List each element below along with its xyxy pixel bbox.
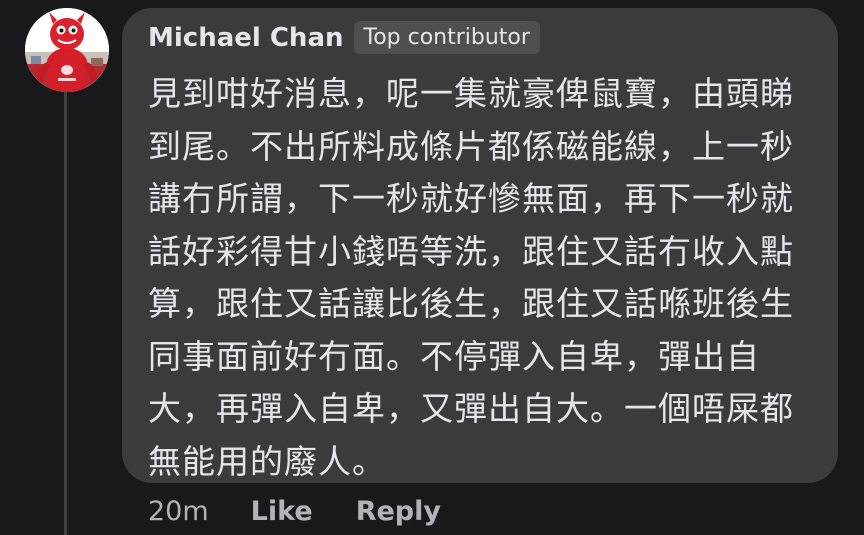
timestamp[interactable]: 20m [148,496,209,527]
like-button[interactable]: Like [251,496,313,527]
comment-line: 講冇所謂，下一秒就好慘無面，再下一秒就 [148,179,794,218]
comment-body: 見到咁好消息，呢一集就豪俾鼠寶，由頭睇 到尾。不出所料成條片都係磁能線，上一秒 … [148,68,798,488]
comment-line: 見到咁好消息，呢一集就豪俾鼠寶，由頭睇 [148,74,794,113]
red-mascot-avatar-icon [25,8,109,92]
author-row: Michael Chan Top contributor [148,21,540,54]
comment-line: 話好彩得甘小錢唔等洗，跟住又話冇收入點 [148,231,794,271]
comment-bubble: Michael Chan Top contributor 見到咁好消息，呢一集就… [122,8,838,483]
comment-actions: 20m Like Reply [148,496,441,527]
reply-button[interactable]: Reply [356,496,441,527]
comment-line: 大，再彈入自卑，又彈出自大。一個唔屎都 [148,389,794,428]
comment-line: 無能用的廢人。 [148,441,386,481]
comment-line: 到尾。不出所料成條片都係磁能線，上一秒 [148,126,794,166]
author-avatar[interactable] [25,8,109,92]
thread-connector-line [64,92,67,535]
author-name[interactable]: Michael Chan [148,23,344,53]
comment-line: 同事面前好冇面。不停彈入自卑，彈出自 [148,336,760,376]
top-contributor-badge[interactable]: Top contributor [353,21,540,54]
comment-thread: Michael Chan Top contributor 見到咁好消息，呢一集就… [0,0,864,535]
comment-line: 算，跟住又話讓比後生，跟住又話喺班後生 [148,284,794,323]
